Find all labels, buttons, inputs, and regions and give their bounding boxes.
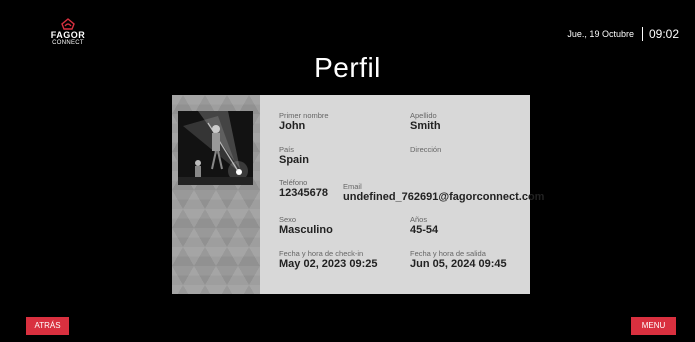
- logo-brand: FAGOR: [50, 30, 86, 40]
- checkin-label: Fecha y hora de check-in: [279, 249, 364, 258]
- first-name-value: John: [279, 120, 306, 132]
- field-phone: Teléfono 12345678: [279, 178, 328, 200]
- profile-photo: [178, 111, 253, 185]
- card-pattern-panel: [172, 95, 260, 294]
- field-email: Email undefined_762691@fagorconnect.com: [343, 182, 544, 204]
- email-value: undefined_762691@fagorconnect.com: [343, 191, 545, 203]
- field-address: Dirección: [410, 145, 441, 154]
- last-name-value: Smith: [410, 120, 441, 132]
- email-label: Email: [343, 182, 362, 191]
- address-label: Dirección: [410, 145, 442, 154]
- field-last-name: Apellido Smith: [410, 111, 441, 133]
- country-label: País: [279, 145, 295, 154]
- field-first-name: Primer nombre John: [279, 111, 329, 133]
- age-label: Años: [410, 215, 428, 224]
- field-country: País Spain: [279, 145, 309, 167]
- current-time: 09:02: [648, 27, 679, 41]
- profile-card: Primer nombre John Apellido Smith País S…: [172, 95, 544, 294]
- age-value: 45-54: [410, 224, 439, 236]
- logo-icon: [61, 18, 75, 30]
- sex-value: Masculino: [279, 224, 333, 236]
- field-sex: Sexo Masculino: [279, 215, 333, 237]
- clock-area: Jue., 19 Octubre 09:02: [567, 27, 679, 41]
- phone-label: Teléfono: [279, 178, 308, 187]
- field-checkout: Fecha y hora de salida Jun 05, 2024 09:4…: [410, 249, 507, 271]
- logo-sub: CONNECT: [52, 40, 84, 46]
- checkin-value: May 02, 2023 09:25: [279, 258, 378, 270]
- back-button[interactable]: ATRÁS: [26, 317, 69, 335]
- menu-button[interactable]: MENU: [631, 317, 676, 335]
- divider: [641, 27, 643, 41]
- fagor-connect-logo: FAGOR CONNECT: [48, 18, 88, 47]
- sex-label: Sexo: [279, 215, 297, 224]
- current-date: Jue., 19 Octubre: [567, 29, 634, 39]
- phone-value: 12345678: [279, 187, 328, 199]
- last-name-label: Apellido: [410, 111, 437, 120]
- checkout-value: Jun 05, 2024 09:45: [410, 258, 507, 270]
- field-age: Años 45-54: [410, 215, 438, 237]
- field-checkin: Fecha y hora de check-in May 02, 2023 09…: [279, 249, 377, 271]
- country-value: Spain: [279, 154, 309, 166]
- first-name-label: Primer nombre: [279, 111, 329, 120]
- page-title: Perfil: [314, 52, 381, 83]
- checkout-label: Fecha y hora de salida: [410, 249, 486, 258]
